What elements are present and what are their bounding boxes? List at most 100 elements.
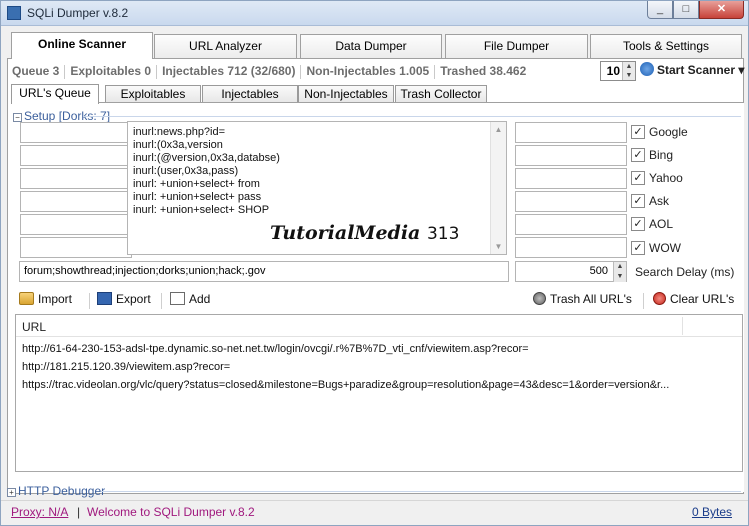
export-button[interactable]: Export: [97, 292, 151, 306]
right-field-5[interactable]: [515, 214, 627, 235]
export-label: Export: [116, 292, 151, 306]
close-button[interactable]: ✕: [699, 1, 744, 19]
trash-all-label: Trash All URL's: [550, 292, 632, 306]
scroll-down-icon[interactable]: ▼: [491, 239, 506, 254]
divider: [83, 116, 741, 117]
bytes-link[interactable]: 0 Bytes: [692, 505, 732, 519]
tab-injectables[interactable]: Injectables: [202, 85, 298, 103]
clear-urls-button[interactable]: Clear URL's: [653, 292, 734, 306]
minimize-button[interactable]: _: [647, 1, 673, 19]
exploitables-count: Exploitables 0: [70, 64, 152, 78]
start-icon: [640, 62, 654, 76]
start-scanner-label: Start Scanner: [657, 63, 736, 77]
tab-trash-collector[interactable]: Trash Collector: [395, 85, 487, 103]
import-button[interactable]: Import: [19, 292, 72, 306]
toolbar-separator: [89, 293, 90, 309]
folder-icon: [19, 292, 34, 305]
search-delay-stepper[interactable]: 500 ▲ ▼: [515, 261, 627, 282]
url-grid[interactable]: URL http://61-64-230-153-adsl-tpe.dynami…: [15, 314, 743, 472]
yahoo-checkbox[interactable]: ✓: [631, 171, 645, 185]
table-row[interactable]: http://181.215.120.39/viewitem.asp?recor…: [22, 361, 230, 373]
left-field-5[interactable]: [20, 214, 132, 235]
right-field-2[interactable]: [515, 145, 627, 166]
table-row[interactable]: http://61-64-230-153-adsl-tpe.dynamic.so…: [22, 343, 529, 355]
injectables-count: Injectables 712 (32/680): [162, 64, 296, 78]
title-bar[interactable]: SQLi Dumper v.8.2 _ □ ✕: [1, 1, 748, 26]
url-column-header[interactable]: URL: [22, 320, 46, 334]
non-injectables-count: Non-Injectables 1.005: [306, 64, 430, 78]
add-button[interactable]: Add: [170, 292, 210, 306]
clear-icon: [653, 292, 666, 305]
save-icon: [97, 292, 112, 305]
tab-non-injectables[interactable]: Non-Injectables: [298, 85, 394, 103]
queue-count: Queue 3: [12, 64, 60, 78]
chevron-down-icon[interactable]: ▾: [738, 63, 744, 77]
dork-line: inurl: +union+select+ from: [133, 178, 260, 190]
yahoo-label: Yahoo: [649, 171, 683, 185]
start-scanner-button[interactable]: Start Scanner ▾: [640, 62, 744, 80]
toolbar-separator: [643, 293, 644, 309]
left-field-6[interactable]: [20, 237, 132, 258]
threads-value: 10: [606, 64, 620, 78]
tab-file-dumper[interactable]: File Dumper: [445, 34, 588, 58]
wow-checkbox[interactable]: ✓: [631, 241, 645, 255]
status-bar: Proxy: N/A | Welcome to SQLi Dumper v.8.…: [1, 500, 748, 525]
dork-line: inurl:news.php?id=: [133, 126, 226, 138]
watermark-number: 313: [426, 224, 460, 244]
trash-icon: [533, 292, 546, 305]
stepper-up-icon[interactable]: ▲: [622, 62, 635, 71]
dork-line: inurl: +union+select+ pass: [133, 191, 262, 203]
right-field-1[interactable]: [515, 122, 627, 143]
dork-line: inurl:(user,0x3a,pass): [133, 165, 239, 177]
tab-exploitables[interactable]: Exploitables: [105, 85, 201, 103]
collapse-icon[interactable]: −: [13, 113, 22, 122]
dork-line: inurl:(0x3a,version: [133, 139, 223, 151]
trash-all-button[interactable]: Trash All URL's: [533, 292, 632, 306]
maximize-button[interactable]: □: [673, 1, 699, 19]
stepper-down-icon[interactable]: ▼: [622, 71, 635, 80]
left-field-1[interactable]: [20, 122, 132, 143]
right-field-4[interactable]: [515, 191, 627, 212]
proxy-link[interactable]: Proxy: N/A: [11, 505, 68, 519]
scroll-up-icon[interactable]: ▲: [491, 122, 506, 137]
left-field-2[interactable]: [20, 145, 132, 166]
ask-checkbox[interactable]: ✓: [631, 194, 645, 208]
left-field-4[interactable]: [20, 191, 132, 212]
aol-checkbox[interactable]: ✓: [631, 217, 645, 231]
left-field-3[interactable]: [20, 168, 132, 189]
tab-tools-settings[interactable]: Tools & Settings: [590, 34, 742, 58]
bing-checkbox[interactable]: ✓: [631, 148, 645, 162]
stats-bar: Queue 3 Exploitables 0 Injectables 712 (32…: [12, 64, 526, 80]
column-divider: [682, 317, 683, 335]
status-separator: |: [77, 505, 81, 519]
aol-label: AOL: [649, 217, 674, 231]
app-icon: [7, 6, 21, 20]
search-delay-label: Search Delay (ms): [635, 265, 735, 279]
dorks-textarea[interactable]: inurl:news.php?id= inurl:(0x3a,version i…: [127, 121, 507, 255]
dork-line: inurl:(@version,0x3a,databse): [133, 152, 280, 164]
right-field-6[interactable]: [515, 237, 627, 258]
tab-urls-queue[interactable]: URL's Queue: [11, 84, 99, 104]
right-field-3[interactable]: [515, 168, 627, 189]
google-checkbox[interactable]: ✓: [631, 125, 645, 139]
clear-label: Clear URL's: [670, 292, 735, 306]
watermark-text: TutorialMedia: [270, 222, 421, 244]
textarea-scrollbar[interactable]: ▲ ▼: [490, 122, 506, 254]
filter-input[interactable]: forum;showthread;injection;dorks;union;h…: [19, 261, 509, 282]
tab-url-analyzer[interactable]: URL Analyzer: [154, 34, 297, 58]
url-toolbar: Import Export Add Trash All URL's Clear …: [11, 290, 744, 312]
add-icon: [170, 292, 185, 305]
import-label: Import: [38, 292, 73, 306]
ask-label: Ask: [649, 194, 670, 208]
threads-stepper[interactable]: 10 ▲ ▼: [600, 61, 636, 81]
stepper-up-icon[interactable]: ▲: [613, 262, 626, 272]
add-label: Add: [189, 292, 211, 306]
toolbar-separator: [161, 293, 162, 309]
expand-icon[interactable]: +: [7, 488, 16, 497]
tab-online-scanner[interactable]: Online Scanner: [11, 32, 153, 59]
table-row[interactable]: https://trac.videolan.org/vlc/query?stat…: [22, 379, 669, 391]
stepper-down-icon[interactable]: ▼: [613, 272, 626, 282]
http-debugger-header[interactable]: + HTTP Debugger: [7, 484, 105, 498]
tab-data-dumper[interactable]: Data Dumper: [300, 34, 442, 58]
google-label: Google: [649, 125, 688, 139]
